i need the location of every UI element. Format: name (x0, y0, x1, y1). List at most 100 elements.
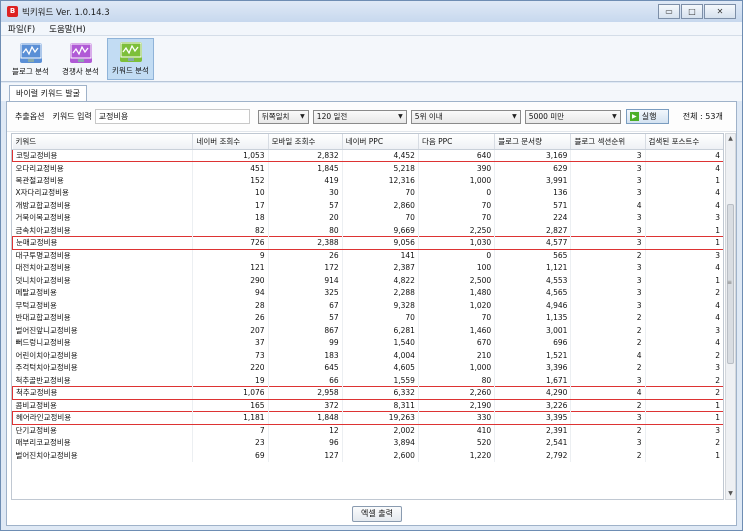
table-row[interactable]: 메탈교정비용 94 325 2,288 1,480 4,565 3 2 (12, 286, 723, 299)
total-count: 전체 : 53개 (682, 112, 723, 121)
table-row[interactable]: X자다리교정비용 10 30 70 0 136 3 4 (12, 186, 723, 199)
table-cell: 19 (192, 374, 269, 387)
column-header[interactable]: 검색된 포스트수 (645, 134, 723, 150)
keyword-input[interactable]: 교정비용 (94, 109, 250, 124)
table-cell: 670 (418, 336, 496, 349)
table-cell: 1,460 (418, 324, 496, 337)
toolbar-button[interactable]: 블로그 분석 (7, 38, 54, 80)
scroll-down-icon[interactable]: ▼ (726, 489, 735, 499)
table-row[interactable]: 대전치아교정비용 121 172 2,387 100 1,121 3 4 (12, 261, 723, 274)
table-cell: 9 (192, 249, 269, 262)
keyword-chart-icon (119, 42, 142, 62)
close-button[interactable]: ✕ (704, 4, 736, 19)
table-cell: 4,553 (494, 274, 572, 287)
table-row[interactable]: 헤어라인교정비용 1,181 1,848 19,263 330 3,395 3 1 (12, 411, 723, 425)
table-cell: 어린이치아교정비용 (12, 349, 194, 362)
table-cell: 70 (418, 311, 496, 324)
table-row[interactable]: 어린이치아교정비용 73 183 4,004 210 1,521 4 2 (12, 349, 723, 362)
window-title: 빅키워드 Ver. 1.0.14.3 (22, 7, 110, 18)
menu-item[interactable]: 파일(F) (1, 23, 42, 35)
table-cell: 1,135 (494, 311, 572, 324)
play-icon: ▶ (629, 112, 639, 121)
table-cell: 224 (494, 211, 572, 224)
column-header[interactable]: 블로그 문서량 (494, 134, 572, 150)
table-cell: 80 (418, 374, 496, 387)
table-cell: 단기교정비용 (12, 424, 194, 437)
column-header[interactable]: 모바일 조회수 (268, 134, 343, 150)
run-button-label: 실행 (641, 112, 657, 121)
table-cell: 1,020 (418, 299, 496, 312)
table-row[interactable]: 오다리교정비용 451 1,845 5,218 390 629 3 4 (12, 161, 723, 174)
table-row[interactable]: 주걱턱치아교정비용 220 645 4,605 1,000 3,396 2 3 (12, 361, 723, 374)
table-cell: 4,565 (494, 286, 572, 299)
table-cell: 390 (418, 161, 496, 174)
volume-select[interactable]: 5000 미만 ▼ (524, 109, 621, 124)
column-header[interactable]: 네이버 PPC (342, 134, 419, 150)
table-cell: 척추골반교정비용 (12, 374, 194, 387)
table-cell: 대전치아교정비용 (12, 261, 194, 274)
excel-export-button[interactable]: 엑셀 출력 (352, 506, 402, 522)
table-cell: 2 (570, 361, 646, 374)
table-row[interactable]: 뻐드렁니교정비용 37 99 1,540 670 696 2 4 (12, 336, 723, 349)
toolbar-button[interactable]: 키워드 분석 (107, 38, 154, 80)
table-cell: 12,316 (342, 174, 419, 187)
table-row[interactable]: 대구투명교정비용 9 26 141 0 565 2 3 (12, 249, 723, 262)
table-cell: 1,181 (192, 411, 269, 425)
table-cell: 목관절교정비용 (12, 174, 194, 187)
table-row[interactable]: 벌어진앞니교정비용 207 867 6,281 1,460 3,001 2 3 (12, 324, 723, 337)
table-cell: 3 (570, 374, 646, 387)
table-cell: 1,030 (418, 236, 496, 250)
table-row[interactable]: 덧니치아교정비용 290 914 4,822 2,500 4,553 3 1 (12, 274, 723, 287)
title-bar[interactable]: B 빅키워드 Ver. 1.0.14.3 ▭ □ ✕ (1, 1, 742, 22)
vertical-scrollbar[interactable]: ▲ ≡ ▼ (725, 133, 736, 500)
menu-item[interactable]: 도움말(H) (42, 23, 92, 35)
table-row[interactable]: 콤비교정비용 165 372 8,311 2,190 3,226 2 1 (12, 399, 723, 412)
table-cell: 3 (570, 148, 646, 162)
table-row[interactable]: 눈매교정비용 726 2,388 9,056 1,030 4,577 3 1 (12, 236, 723, 250)
table-cell: 172 (268, 261, 343, 274)
table-cell: 121 (192, 261, 269, 274)
scroll-up-icon[interactable]: ▲ (726, 134, 735, 144)
minimize-button[interactable]: ▭ (658, 4, 680, 19)
table-row[interactable]: 거북이목교정비용 18 20 70 70 224 3 3 (12, 211, 723, 224)
toolbar-button[interactable]: 경쟁사 분석 (57, 38, 104, 80)
table-row[interactable]: 매부리코교정비용 23 96 3,894 520 2,541 3 2 (12, 436, 723, 449)
table-cell: 0 (418, 186, 496, 199)
column-header[interactable]: 다음 PPC (418, 134, 496, 150)
column-header[interactable]: 키워드 (12, 134, 194, 150)
period-select[interactable]: 120 일전 ▼ (312, 109, 407, 124)
table-cell: 4 (645, 186, 723, 199)
table-cell: 2,792 (494, 449, 572, 462)
table-cell: 6,281 (342, 324, 419, 337)
table-cell: 410 (418, 424, 496, 437)
tab-viral-keyword[interactable]: 바이럴 키워드 발굴 (9, 85, 87, 102)
table-row[interactable]: 무턱교정비용 28 67 9,328 1,020 4,946 3 4 (12, 299, 723, 312)
table-row[interactable]: 개방교합교정비용 17 57 2,860 70 571 4 4 (12, 199, 723, 212)
rank-select[interactable]: 5위 이내 ▼ (410, 109, 521, 124)
toolbar-button-label: 키워드 분석 (112, 66, 149, 75)
table-cell: 520 (418, 436, 496, 449)
table-row[interactable]: 단기교정비용 7 12 2,002 410 2,391 2 3 (12, 424, 723, 437)
options-label: 추출옵션 (15, 112, 45, 121)
table-row[interactable]: 목관절교정비용 152 419 12,316 1,000 3,991 3 1 (12, 174, 723, 187)
table-row[interactable]: 반대교합교정비용 26 57 70 70 1,135 2 4 (12, 311, 723, 324)
table-cell: 70 (342, 311, 419, 324)
table-row[interactable]: 코팅교정비용 1,053 2,832 4,452 640 3,169 3 4 (12, 148, 723, 162)
table-cell: 99 (268, 336, 343, 349)
table-row[interactable]: 벌어진치아교정비용 69 127 2,600 1,220 2,792 2 1 (12, 449, 723, 462)
table-cell: 4 (645, 336, 723, 349)
column-header[interactable]: 블로그 섹션순위 (570, 134, 646, 150)
maximize-button[interactable]: □ (681, 4, 703, 19)
table-row[interactable]: 금속치아교정비용 82 80 9,669 2,250 2,827 3 1 (12, 224, 723, 237)
toolbar: 블로그 분석 경쟁사 분석 키워드 분석 (1, 36, 742, 82)
table-cell: 1 (645, 411, 723, 425)
run-button[interactable]: ▶ 실행 (625, 109, 669, 124)
table-row[interactable]: 척추골반교정비용 19 66 1,559 80 1,671 3 2 (12, 374, 723, 387)
table-cell: 대구투명교정비용 (12, 249, 194, 262)
table-row[interactable]: 척추교정비용 1,076 2,958 6,332 2,260 4,290 4 2 (12, 386, 723, 400)
table-cell: 1 (645, 449, 723, 462)
table-cell: 2,002 (342, 424, 419, 437)
match-select[interactable]: 뒤쪽일치 ▼ (257, 109, 309, 124)
rank-select-value: 5위 이내 (414, 111, 443, 121)
column-header[interactable]: 네이버 조회수 (192, 134, 269, 150)
